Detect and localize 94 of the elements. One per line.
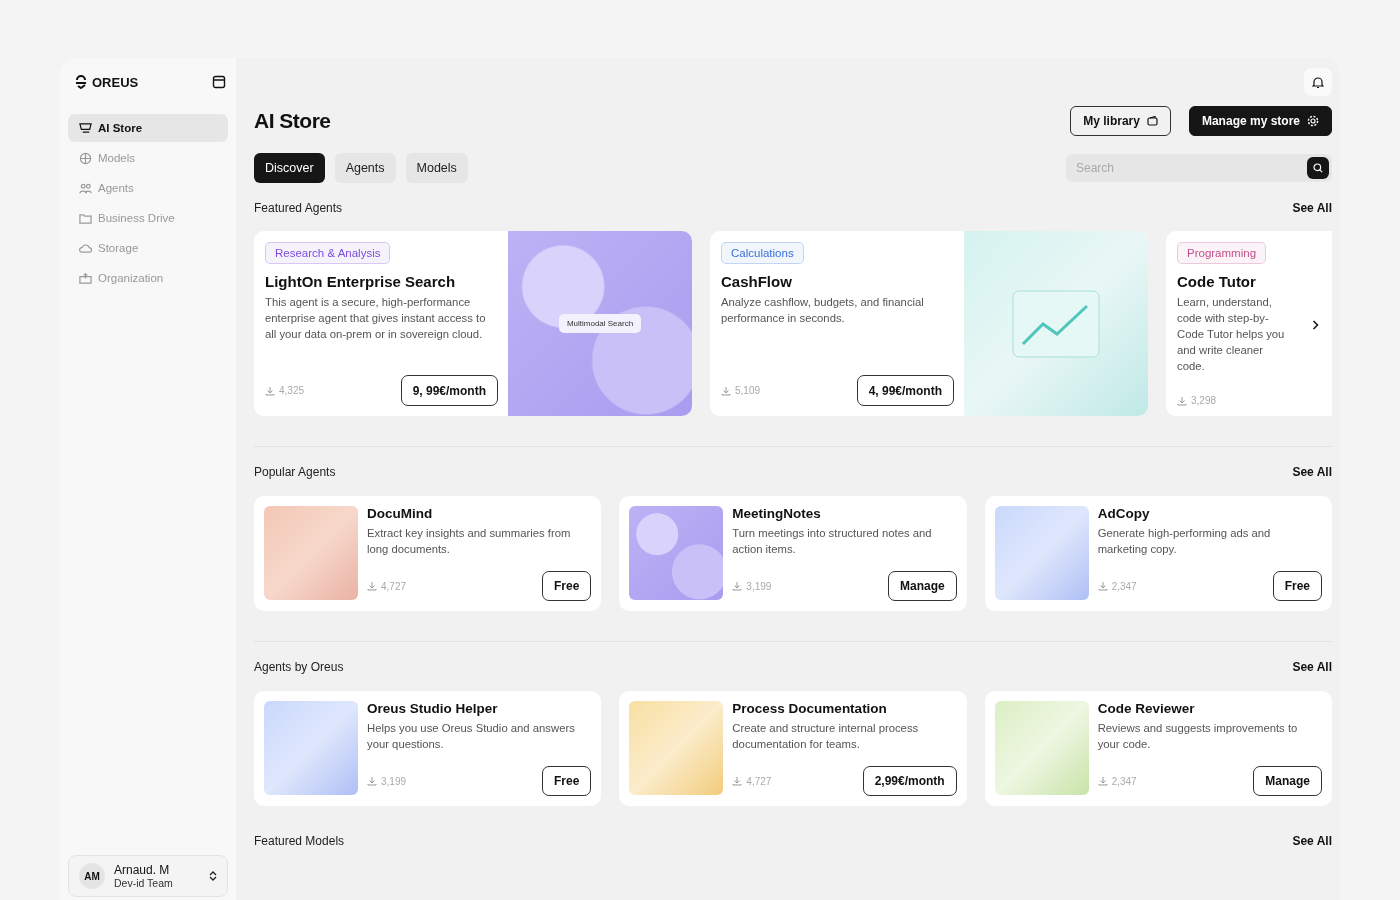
price-button[interactable]: 9, 99€/month	[400, 375, 498, 406]
agent-description: This agent is a secure, high-performance enterprise agent that gives instant access to all your data on-prem or in sovereign cloud.	[265, 295, 487, 342]
header-button[interactable]: Manage my store	[1188, 106, 1332, 136]
download-count: 3,199	[381, 775, 407, 787]
agent-card[interactable]: Programming Code Tutor Learn, understand, code with step-by- Code Tutor helps you and write cleaner code. 3,298	[1166, 231, 1332, 416]
page-title: AI Store	[254, 109, 331, 133]
agent-description: Extract key insights and summaries from long documents.	[367, 526, 572, 557]
agent-name: Code Tutor	[1177, 273, 1256, 290]
cart-icon	[79, 121, 92, 135]
download-icon	[367, 581, 377, 591]
agent-name: AdCopy	[1097, 506, 1151, 521]
download-count: 4,727	[746, 775, 772, 787]
section-title: Featured Agents	[254, 201, 343, 215]
price-button[interactable]: 4, 99€/month	[856, 375, 954, 406]
see-all-link[interactable]: See All	[1292, 465, 1332, 479]
search-icon	[1313, 163, 1323, 173]
action-button[interactable]: Manage	[1253, 766, 1322, 796]
header-button[interactable]: My library	[1070, 106, 1171, 136]
action-button[interactable]: 2,99€/month	[862, 766, 957, 796]
download-count: 3,199	[746, 580, 772, 592]
agent-description: Reviews and suggests improvements to your code.	[1097, 721, 1299, 752]
see-all-link[interactable]: See All	[1292, 834, 1332, 848]
search-button[interactable]	[1307, 157, 1329, 179]
tab[interactable]: Agents	[334, 153, 396, 183]
agent-description: Analyze cashflow, budgets, and financial performance in seconds.	[721, 295, 925, 326]
agent-card[interactable]	[254, 231, 692, 416]
agent-description: Create and structure internal process documentation for teams.	[732, 721, 920, 752]
download-icon	[721, 385, 731, 396]
download-icon	[1097, 581, 1108, 591]
search-field[interactable]: Search	[1066, 154, 1332, 182]
agent-card[interactable]: Calculations CashFlow Analyze cashflow, budgets, and financial performance in seconds. 5,109 4, 99€/month	[710, 231, 1148, 416]
action-button[interactable]: Free	[1272, 571, 1322, 601]
section-title: Agents by Oreus	[254, 660, 344, 674]
tab[interactable]: Models	[405, 153, 468, 183]
download-count: 3,298	[1191, 395, 1217, 406]
download-count: 2,347	[1111, 580, 1137, 592]
bell-icon	[1312, 75, 1324, 89]
user-switcher[interactable]: AM Arnaud. M Dev-id Team	[68, 855, 228, 897]
search-pill: Multimodal Search	[558, 314, 642, 333]
agent-card[interactable]: DocuMind Extract key insights and summaries from long documents. 4,727 Free	[254, 496, 602, 611]
globe-icon	[79, 151, 92, 165]
see-all-link[interactable]: See All	[1292, 201, 1332, 215]
section-title: Featured Models	[254, 834, 345, 848]
agent-description: Turn meetings into structured notes and action items.	[732, 526, 933, 557]
user-name: Arnaud. M	[114, 863, 171, 877]
sidebar-toggle-icon[interactable]	[212, 75, 226, 89]
logo-icon	[75, 75, 87, 89]
action-button[interactable]: Free	[541, 571, 592, 601]
download-icon	[732, 581, 743, 591]
download-count: 2,347	[1111, 775, 1137, 787]
action-button[interactable]: Manage	[887, 571, 957, 601]
download-icon	[265, 385, 275, 396]
agent-name: Code Reviewer	[1097, 701, 1196, 716]
section-title: Popular Agents	[254, 465, 336, 479]
category-tag: Calculations	[721, 242, 804, 264]
brand-name: OREUS	[92, 74, 139, 90]
agent-card[interactable]: MeetingNotes Turn meetings into structured notes and action items. 3,199 Manage	[619, 496, 967, 611]
building-icon	[79, 271, 92, 285]
agent-card[interactable]: AdCopy Generate high-performing ads and marketing copy. 2,347 Free	[984, 496, 1332, 611]
download-icon	[1177, 395, 1187, 406]
tab[interactable]: Discover	[254, 153, 325, 183]
avatar: AM	[79, 863, 105, 889]
people-icon	[79, 181, 92, 195]
agent-name: Process Documentation	[732, 701, 888, 716]
agent-description: Helps you use Oreus Studio and answers your questions.	[367, 721, 576, 752]
agent-description: Generate high-performing ads and marketing copy.	[1097, 526, 1272, 557]
wallet-icon	[1146, 116, 1158, 126]
download-icon	[1097, 776, 1108, 786]
agent-name: Oreus Studio Helper	[367, 701, 499, 716]
see-all-link[interactable]: See All	[1292, 660, 1332, 674]
chevrons-icon	[209, 870, 217, 882]
agent-name: DocuMind	[367, 506, 434, 521]
agent-description: Learn, understand, code with step-by- Code Tutor helps you and write cleaner code.	[1177, 295, 1286, 374]
nav-item[interactable]: AI Store	[68, 114, 228, 142]
user-team: Dev-id Team	[114, 877, 174, 889]
chevron-right-icon	[1311, 320, 1319, 330]
action-button[interactable]: Free	[541, 766, 592, 796]
agent-card[interactable]: Oreus Studio Helper Helps you use Oreus Studio and answers your questions. 3,199 Free	[254, 691, 602, 806]
agent-name: LightOn Enterprise Search	[265, 273, 456, 290]
cloud-icon	[79, 241, 92, 255]
agent-card[interactable]: Code Reviewer Reviews and suggests improvements to your code. 2,347 Manage	[984, 691, 1332, 806]
download-icon	[367, 776, 377, 786]
agent-card[interactable]: Process Documentation Create and structure internal process documentation for teams. 4,727 2,99€/month	[619, 691, 967, 806]
download-count: 4,727	[381, 580, 407, 592]
download-count: 5,109	[735, 385, 761, 396]
download-count: 4,325	[279, 385, 305, 396]
category-tag: Programming	[1177, 242, 1267, 264]
download-icon	[732, 776, 743, 786]
notification-button[interactable]	[1304, 68, 1332, 96]
agent-name: MeetingNotes	[732, 506, 822, 521]
agent-name: CashFlow	[721, 273, 792, 290]
folder-icon	[79, 211, 92, 225]
gear-icon	[1307, 115, 1319, 127]
category-tag: Research & Analysis	[265, 242, 391, 264]
